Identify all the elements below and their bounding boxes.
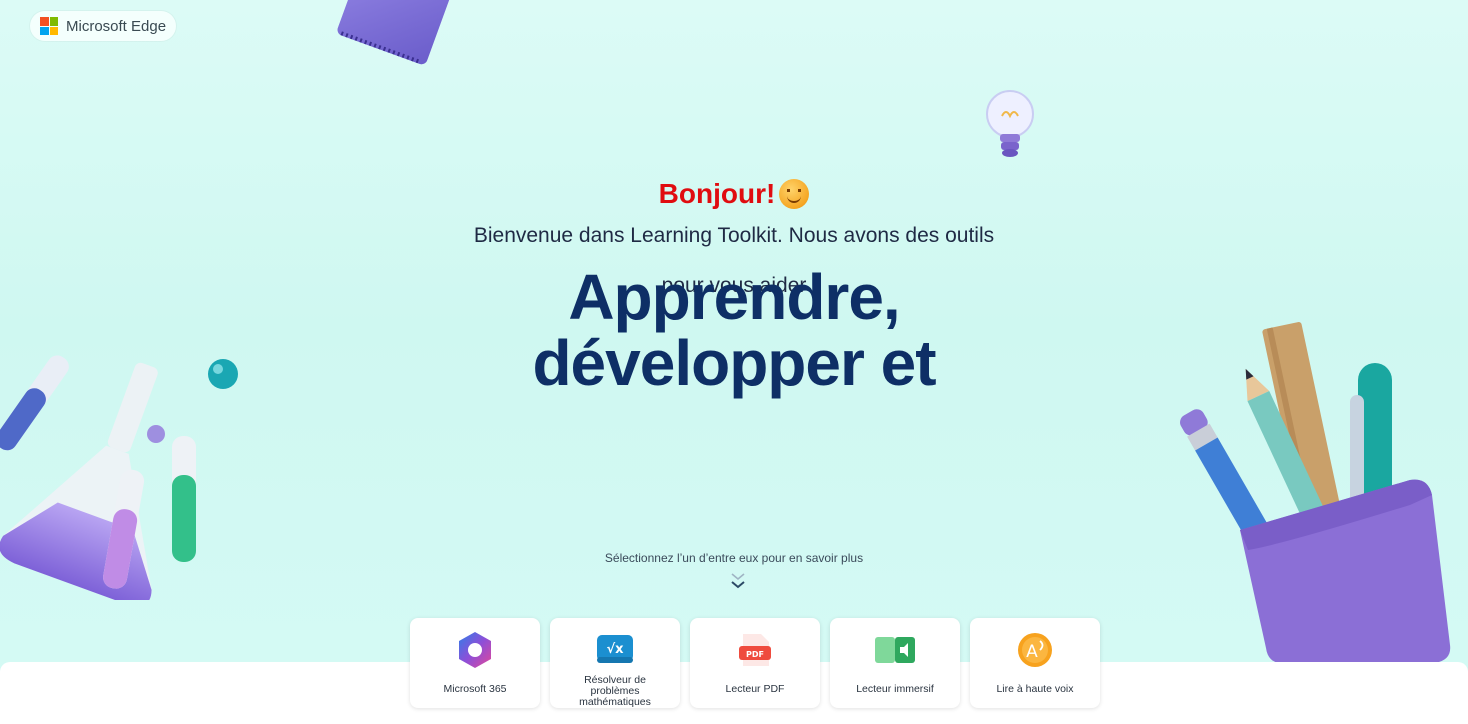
greeting-text: Bonjour! — [658, 178, 776, 209]
svg-text:A: A — [1026, 642, 1038, 662]
tool-card-immersive-reader[interactable]: Lecteur immersif — [830, 618, 960, 708]
tool-label: Lire à haute voix — [996, 683, 1074, 695]
tool-label: Lecteur PDF — [725, 683, 785, 695]
svg-text:PDF: PDF — [746, 650, 764, 659]
read-aloud-icon: A — [1013, 628, 1057, 672]
lightbulb-icon — [986, 90, 1034, 157]
immersive-reader-icon — [873, 628, 917, 672]
smiling-face-icon — [779, 179, 810, 209]
notebook-icon — [337, 0, 450, 65]
pdf-reader-icon: PDF — [733, 628, 777, 672]
welcome-text: Bienvenue dans Learning Toolkit. Nous av… — [473, 224, 995, 247]
tool-label: Lecteur immersif — [856, 683, 934, 695]
microsoft-365-icon — [453, 628, 497, 672]
greeting-hello: Bonjour! — [659, 178, 810, 210]
tool-card-microsoft-365[interactable]: Microsoft 365 — [410, 618, 540, 708]
svg-text:√x: √x — [606, 642, 624, 657]
tool-cards: Microsoft 365 √x Résolveur de problèmes … — [410, 618, 1100, 708]
tool-card-pdf-reader[interactable]: PDF Lecteur PDF — [690, 618, 820, 708]
microsoft-logo-icon — [40, 17, 58, 35]
chevron-down-icon[interactable] — [727, 570, 749, 594]
badge-label: Microsoft Edge — [66, 17, 167, 35]
math-solver-icon: √x — [593, 628, 637, 671]
tool-label: Résolveur de problèmes mathématiques — [579, 674, 651, 708]
headline-line2: développer et — [532, 327, 936, 399]
select-hint: Sélectionnez l’un d’entre eux pour en sa… — [604, 551, 864, 565]
tool-label: Microsoft 365 — [443, 683, 507, 695]
headline: Apprendre, développer et — [0, 264, 1468, 396]
greeting: Bonjour! — [0, 178, 1468, 210]
headline-line1: Apprendre, — [568, 261, 900, 333]
microsoft-edge-badge[interactable]: Microsoft Edge — [30, 11, 177, 41]
tool-card-math-solver[interactable]: √x Résolveur de problèmes mathématiques — [550, 618, 680, 708]
tool-card-read-aloud[interactable]: A Lire à haute voix — [970, 618, 1100, 708]
